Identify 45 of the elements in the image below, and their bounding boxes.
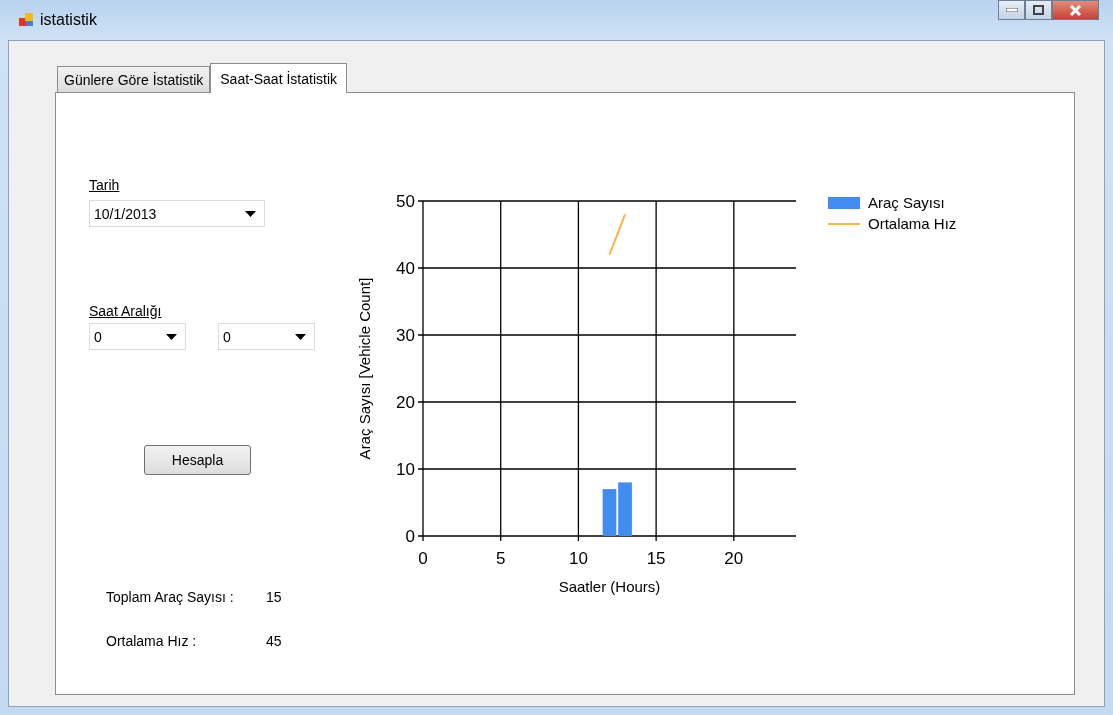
tick-label: 5 — [495, 549, 506, 568]
tick-label: 40 — [396, 259, 415, 278]
axis-title: Araç Sayısı [Vehicle Count] — [356, 277, 373, 460]
date-label: Tarih — [89, 177, 120, 193]
summary-value: 15 — [266, 588, 282, 606]
app-icon — [18, 12, 34, 28]
tab[interactable]: Günlere Göre İstatistik — [57, 66, 211, 92]
field-value: 0 — [223, 328, 231, 345]
maximize-icon — [1033, 5, 1044, 15]
caret-icon — [295, 333, 306, 340]
tick-label: 20 — [724, 549, 744, 568]
line — [608, 213, 627, 256]
legend-label: Ortalama Hız — [868, 215, 957, 232]
tick-label: 10 — [396, 460, 415, 479]
minimize-icon — [1005, 8, 1018, 12]
legend-label: Araç Sayısı — [868, 194, 945, 211]
dropdown-field[interactable]: 0 — [89, 323, 186, 350]
field-value: 0 — [94, 328, 102, 345]
summary-label: Toplam Araç Sayısı : — [106, 588, 235, 606]
tab[interactable]: Saat-Saat İstatistik — [210, 63, 347, 93]
minimize-button[interactable] — [998, 0, 1025, 20]
bar — [602, 489, 617, 536]
maximize-button[interactable] — [1025, 0, 1052, 20]
tick-label: 20 — [396, 393, 415, 412]
bar — [618, 482, 632, 536]
tick-label: 15 — [646, 549, 666, 568]
summary-value: 45 — [266, 632, 282, 650]
tick-label: 0 — [405, 527, 415, 546]
hour-range-label: Saat Aralığı — [89, 303, 162, 319]
tick-label: 10 — [568, 549, 588, 568]
summary-label: Ortalama Hız : — [106, 632, 198, 650]
tick-label: 30 — [396, 326, 415, 345]
caret-icon — [245, 210, 256, 217]
axis-title: Saatler (Hours) — [558, 578, 661, 595]
dropdown-field[interactable]: 10/1/2013 — [89, 200, 265, 227]
field-value: 10/1/2013 — [94, 205, 157, 222]
legend-swatch — [828, 197, 860, 209]
window-title: istatistik — [40, 11, 97, 29]
tick-label: 0 — [418, 549, 428, 568]
close-icon — [1069, 4, 1082, 16]
tick-label: 50 — [396, 192, 415, 211]
calculate-button[interactable]: Hesapla — [144, 445, 251, 475]
caret-icon — [166, 333, 177, 340]
close-button[interactable] — [1052, 0, 1099, 20]
dropdown-field[interactable]: 0 — [218, 323, 315, 350]
